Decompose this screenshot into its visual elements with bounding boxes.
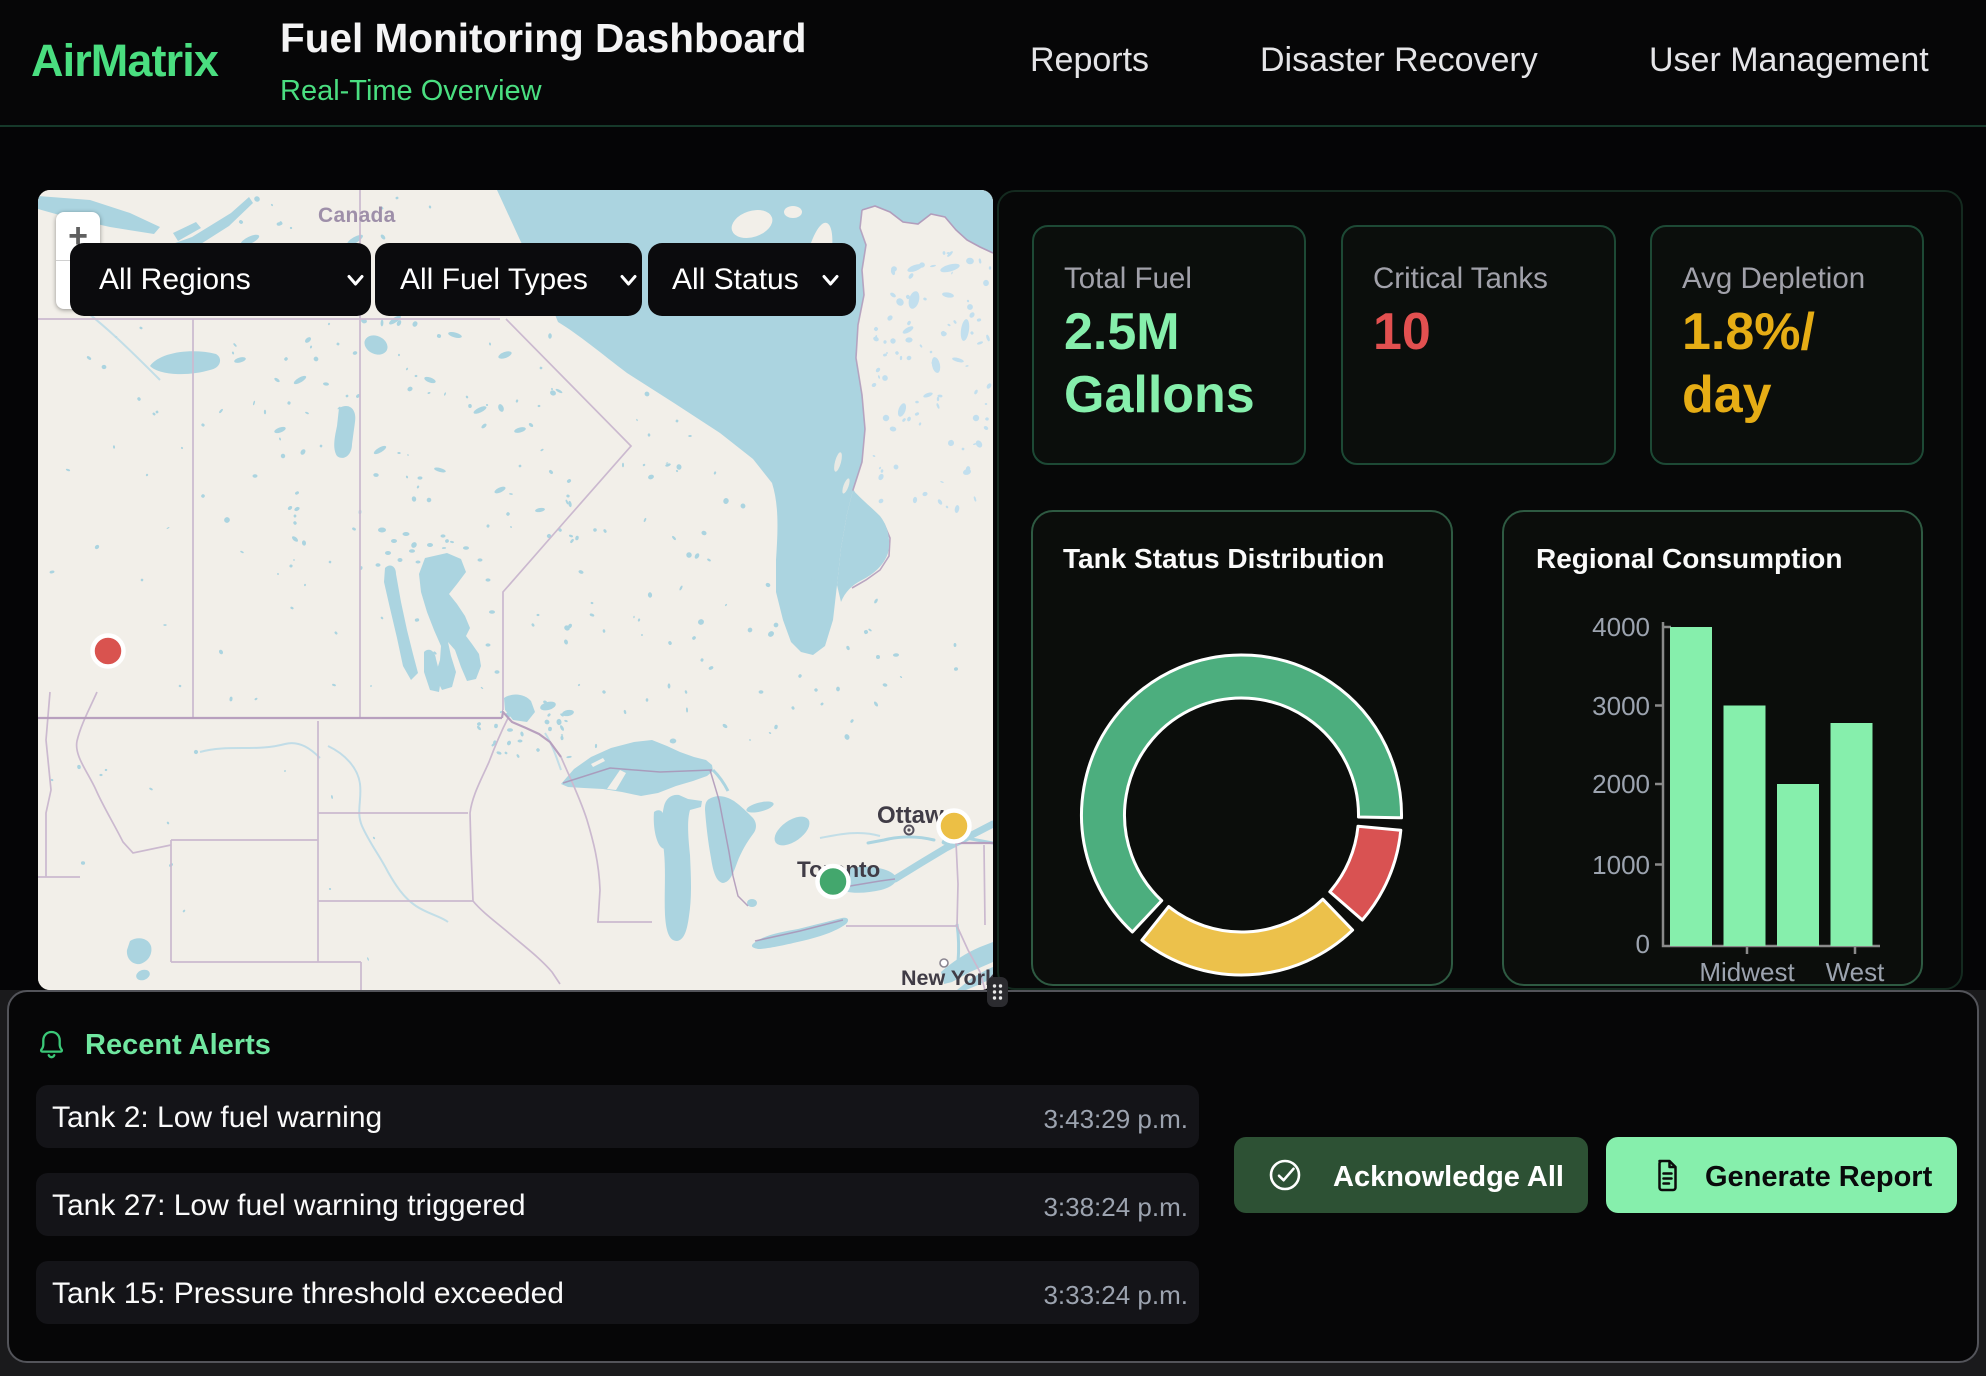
svg-text:4000: 4000 [1592,612,1650,642]
svg-text:Canada: Canada [318,204,396,227]
svg-text:New York: New York [901,966,993,990]
svg-text:Midwest: Midwest [1699,957,1795,986]
svg-text:2000: 2000 [1592,769,1650,799]
svg-text:West: West [1826,957,1886,986]
svg-text:1000: 1000 [1592,850,1650,880]
svg-text:0: 0 [1636,929,1650,959]
svg-text:3000: 3000 [1592,691,1650,721]
